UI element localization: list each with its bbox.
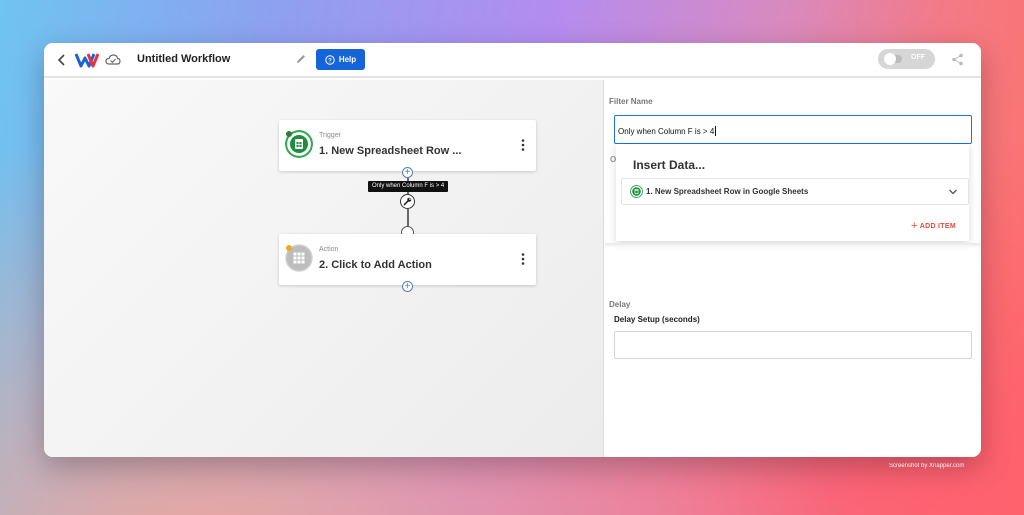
plus-icon: + bbox=[911, 220, 918, 232]
filter-name-value: Only when Column F is > 4 bbox=[618, 127, 715, 136]
app-window: Untitled Workflow ? Help OFF Trigger 1. … bbox=[44, 43, 981, 457]
trigger-status-dot bbox=[286, 131, 292, 137]
insert-data-title: Insert Data... bbox=[633, 158, 706, 172]
section-divider bbox=[605, 243, 981, 247]
edit-pencil-icon[interactable] bbox=[295, 53, 307, 65]
filter-tooltip: Only when Column F is > 4 bbox=[368, 181, 449, 192]
back-arrow-icon[interactable] bbox=[55, 53, 69, 67]
trigger-more-menu-icon[interactable] bbox=[518, 138, 528, 152]
workflow-title[interactable]: Untitled Workflow bbox=[137, 53, 230, 65]
cloud-saved-icon bbox=[105, 54, 121, 65]
top-bar: Untitled Workflow ? Help OFF bbox=[44, 43, 981, 78]
delay-section-label: Delay bbox=[609, 300, 631, 309]
add-step-after-action-button[interactable]: + bbox=[402, 281, 413, 292]
action-name: 2. Click to Add Action bbox=[319, 259, 432, 271]
action-node[interactable]: Action 2. Click to Add Action bbox=[279, 234, 536, 285]
workflow-canvas[interactable]: Trigger 1. New Spreadsheet Row ... + Onl… bbox=[44, 80, 604, 457]
help-button[interactable]: ? Help bbox=[316, 49, 365, 70]
delay-seconds-input[interactable] bbox=[614, 331, 972, 359]
insert-data-option-trigger[interactable]: 1. New Spreadsheet Row in Google Sheets bbox=[621, 178, 969, 205]
action-more-menu-icon[interactable] bbox=[518, 252, 528, 266]
logo-icon bbox=[75, 53, 99, 68]
action-type-label: Action bbox=[319, 246, 339, 253]
workflow-on-off-toggle[interactable]: OFF bbox=[878, 49, 935, 69]
add-item-label: ADD ITEM bbox=[919, 223, 956, 230]
chevron-down-icon[interactable] bbox=[948, 188, 958, 196]
help-label: Help bbox=[338, 55, 357, 64]
filter-wrench-icon[interactable] bbox=[400, 194, 415, 209]
action-status-dot bbox=[286, 245, 292, 251]
trigger-type-label: Trigger bbox=[319, 132, 341, 139]
trigger-name: 1. New Spreadsheet Row ... bbox=[319, 145, 462, 157]
add-step-after-trigger-button[interactable]: + bbox=[402, 167, 413, 178]
toggle-knob bbox=[884, 53, 902, 65]
help-circle-icon: ? bbox=[325, 54, 335, 65]
add-item-button[interactable]: + ADD ITEM bbox=[911, 220, 956, 232]
google-sheets-icon bbox=[630, 185, 643, 198]
watermark: Screenshot by Xnapper.com bbox=[889, 463, 965, 469]
filter-name-label: Filter Name bbox=[609, 97, 653, 106]
text-caret bbox=[715, 126, 717, 136]
filter-name-input[interactable]: Only when Column F is > 4 bbox=[614, 115, 972, 144]
toggle-label: OFF bbox=[911, 54, 925, 61]
svg-text:?: ? bbox=[328, 58, 332, 64]
settings-panel: Filter Name Only when Column F is > 4 O … bbox=[605, 80, 981, 457]
connector-line bbox=[407, 209, 409, 227]
delay-setup-label: Delay Setup (seconds) bbox=[614, 315, 700, 324]
share-icon[interactable] bbox=[951, 53, 964, 66]
trigger-node[interactable]: Trigger 1. New Spreadsheet Row ... bbox=[279, 120, 536, 171]
insert-data-option-label: 1. New Spreadsheet Row in Google Sheets bbox=[646, 187, 809, 196]
